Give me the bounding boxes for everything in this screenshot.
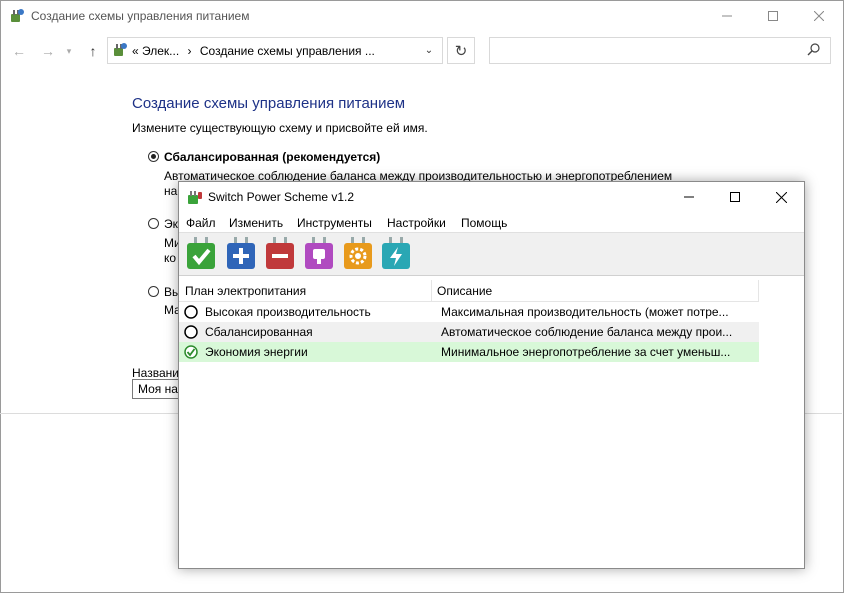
app-minimize-button[interactable] — [666, 182, 712, 212]
search-icon — [807, 43, 820, 56]
menu-tools[interactable]: Инструменты — [297, 216, 372, 230]
check-circle-icon — [184, 345, 198, 359]
radio-empty-icon — [184, 305, 198, 319]
plan-radio-economy[interactable] — [148, 218, 159, 229]
power-options-icon — [11, 9, 24, 22]
plan-radio-high-performance[interactable] — [148, 286, 159, 297]
plan-name: Высокая производительность — [205, 305, 371, 319]
plan-description: ко — [164, 251, 177, 265]
minimize-icon — [684, 196, 694, 198]
maximize-icon — [730, 192, 740, 202]
arrow-left-icon: ← — [12, 43, 26, 59]
plan-label[interactable]: Сбалансированная (рекомендуется) — [164, 150, 380, 164]
recent-locations-button[interactable]: ▾ — [62, 40, 76, 62]
breadcrumb-separator: › — [187, 44, 192, 58]
app-close-button[interactable] — [758, 182, 804, 212]
plan-name: Экономия энергии — [205, 345, 308, 359]
menu-file[interactable]: Файл — [186, 216, 216, 230]
power-options-icon — [114, 43, 127, 56]
arrow-up-icon: ↑ — [89, 43, 97, 59]
remove-plan-button[interactable] — [263, 236, 297, 272]
plug-plan-button[interactable] — [302, 236, 336, 272]
chevron-down-icon: ⌄ — [424, 45, 434, 56]
column-header-description[interactable]: Описание — [437, 284, 492, 298]
menu-help[interactable]: Помощь — [461, 216, 507, 230]
plan-name: Сбалансированная — [205, 325, 313, 339]
page-title: Создание схемы управления питанием — [132, 95, 406, 112]
close-icon — [775, 191, 787, 203]
power-plan-button[interactable] — [379, 236, 413, 272]
breadcrumb-item[interactable]: Элек... — [142, 44, 179, 58]
address-dropdown-button[interactable]: ⌄ — [416, 38, 442, 63]
plan-name-label: Названи — [132, 366, 179, 380]
app-plug-icon — [188, 191, 202, 204]
breadcrumb-item[interactable]: Создание схемы управления ... — [200, 44, 375, 58]
close-button[interactable] — [796, 0, 842, 31]
window-title: Создание схемы управления питанием — [31, 9, 250, 23]
plan-label[interactable]: Эк — [164, 217, 178, 231]
up-button[interactable]: ↑ — [82, 40, 104, 62]
refresh-icon: ↻ — [454, 42, 468, 60]
menu-settings[interactable]: Настройки — [387, 216, 446, 230]
maximize-button[interactable] — [750, 0, 796, 31]
refresh-button[interactable]: ↻ — [447, 37, 475, 64]
add-plan-button[interactable] — [224, 236, 258, 272]
plan-description: на — [164, 184, 178, 198]
activate-plan-button[interactable] — [184, 236, 218, 272]
menu-edit[interactable]: Изменить — [229, 216, 283, 230]
radio-empty-icon — [184, 325, 198, 339]
forward-button[interactable]: → — [37, 40, 59, 62]
column-header-plan[interactable]: План электропитания — [185, 284, 306, 298]
app-title: Switch Power Scheme v1.2 — [208, 190, 355, 204]
breadcrumb-overflow[interactable]: « — [132, 44, 139, 58]
plan-desc: Автоматическое соблюдение баланса между … — [441, 325, 733, 339]
search-input[interactable] — [489, 37, 831, 64]
minimize-button[interactable] — [704, 0, 750, 31]
chevron-down-icon: ▾ — [66, 45, 72, 56]
plan-desc: Максимальная производительность (может п… — [441, 305, 729, 319]
minimize-icon — [722, 15, 732, 16]
plan-radio-balanced[interactable] — [148, 151, 159, 162]
back-button[interactable]: ← — [8, 40, 30, 62]
page-instructions: Измените существующую схему и присвойте … — [132, 121, 428, 135]
breadcrumb: « Элек... › Создание схемы управления ..… — [132, 44, 375, 58]
maximize-icon — [768, 10, 778, 21]
app-maximize-button[interactable] — [712, 182, 758, 212]
arrow-right-icon: → — [41, 43, 55, 59]
close-icon — [814, 10, 824, 21]
plan-desc: Минимальное энергопотребление за счет ум… — [441, 345, 731, 359]
column-separator[interactable] — [758, 280, 759, 301]
column-separator[interactable] — [431, 280, 432, 301]
settings-plan-button[interactable] — [341, 236, 375, 272]
